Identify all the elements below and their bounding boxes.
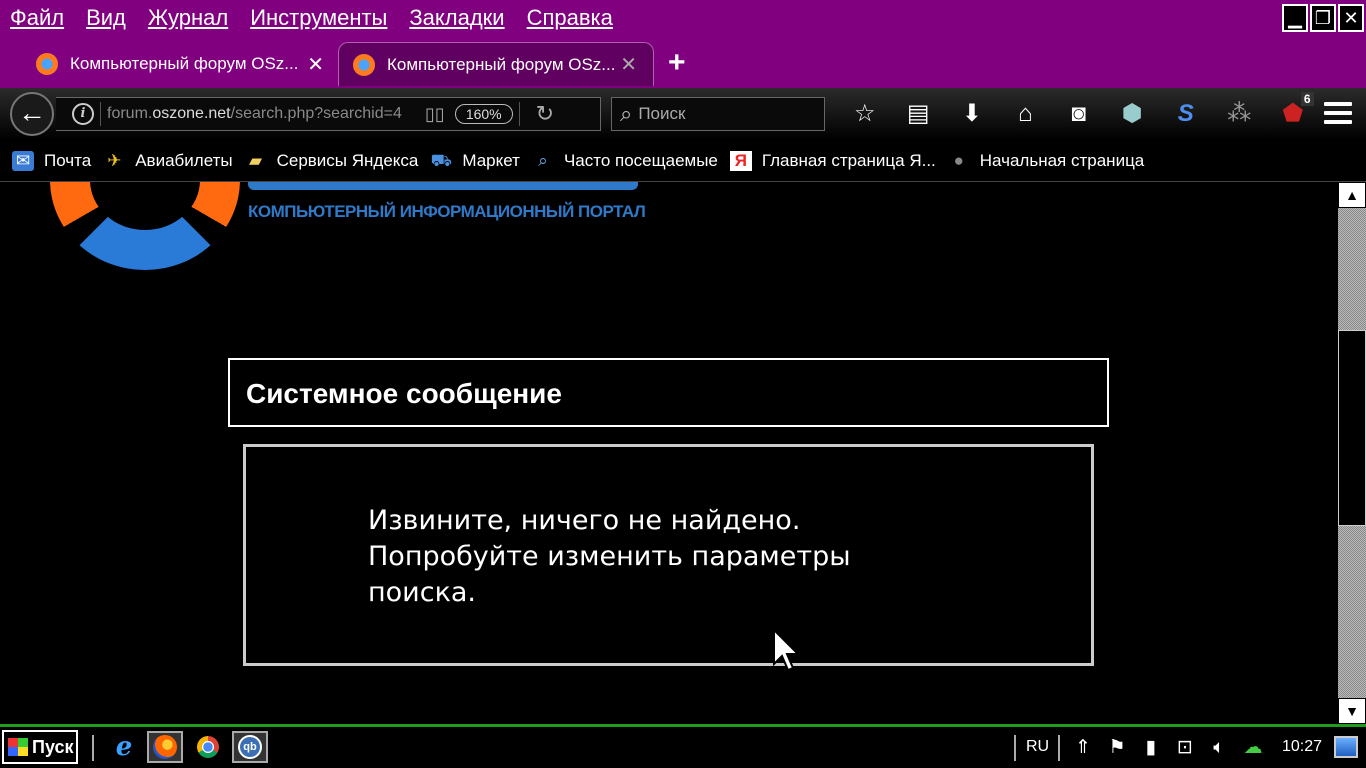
tab-forum-1[interactable]: Компьютерный форум OSz... ✕ <box>36 42 336 86</box>
tab-close-icon[interactable]: ✕ <box>307 52 324 77</box>
bookmark-most-visited[interactable]: ⌕ Часто посещаемые <box>532 151 718 171</box>
search-input[interactable]: ⌕ Поиск <box>611 97 825 131</box>
oszone-favicon-icon <box>36 53 58 75</box>
globe-icon: ● <box>953 150 964 170</box>
folder-icon: ▰ <box>249 150 263 170</box>
cloud-sync-icon[interactable]: ☁ <box>1236 735 1270 761</box>
menu-tools[interactable]: Инструменты <box>250 3 387 33</box>
restore-button[interactable]: ❐ <box>1310 4 1336 32</box>
menu-view[interactable]: Вид <box>86 3 126 33</box>
system-tray: ⇑ ⚑ ▮ ⊡ 🔈︎ ☁ <box>1066 735 1270 761</box>
plane-icon: ✈ <box>107 150 122 170</box>
url-divider <box>100 102 101 126</box>
minimize-button[interactable]: ▁ <box>1282 4 1308 32</box>
tray-expand-icon[interactable]: ⇑ <box>1066 735 1100 761</box>
menu-history[interactable]: Журнал <box>148 3 228 33</box>
menu-bookmarks[interactable]: Закладки <box>409 3 504 33</box>
yandex-icon: Я <box>729 150 752 171</box>
scroll-down-icon[interactable]: ▼ <box>1338 698 1366 724</box>
bookmark-market[interactable]: ⛟ Маркет <box>430 151 520 171</box>
new-tab-button[interactable]: + <box>668 48 686 78</box>
tab-close-icon[interactable]: ✕ <box>620 52 637 77</box>
chrome-icon <box>197 736 219 758</box>
scroll-thumb[interactable] <box>1338 330 1366 526</box>
bookmark-start-page[interactable]: ● Начальная страница <box>948 151 1145 171</box>
screen: Файл Вид Журнал Инструменты Закладки Спр… <box>0 0 1366 768</box>
close-window-button[interactable]: ✕ <box>1338 4 1364 32</box>
url-bar[interactable]: i forum.oszone.net/search.php?searchid=4… <box>56 97 601 131</box>
power-plug-icon[interactable]: ▮ <box>1134 735 1168 761</box>
logo-subtitle: КОМПЬЮТЕРНЫЙ ИНФОРМАЦИОННЫЙ ПОРТАЛ <box>248 202 646 221</box>
volume-icon[interactable]: 🔈︎ <box>1202 735 1236 761</box>
message-title: Системное сообщение <box>246 378 562 409</box>
page-content: КОМПЬЮТЕРНЫЙ ИНФОРМАЦИОННЫЙ ПОРТАЛ Систе… <box>0 182 1338 724</box>
taskbar: Пуск e qb RU ⇑ ⚑ ▮ ⊡ 🔈︎ ☁ 10:27 <box>0 724 1366 768</box>
bookmark-yandex-services[interactable]: ▰ Сервисы Яндекса <box>245 150 418 171</box>
start-button[interactable]: Пуск <box>2 730 78 764</box>
show-desktop-icon[interactable] <box>1334 736 1358 758</box>
message-text: Извините, ничего не найдено. Попробуйте … <box>368 505 851 608</box>
language-indicator[interactable]: RU <box>1026 738 1049 756</box>
reload-icon[interactable]: ↻ <box>536 101 554 127</box>
ublock-badge: 6 <box>1300 92 1314 106</box>
action-center-flag-icon[interactable]: ⚑ <box>1100 735 1134 761</box>
message-body-box: Извините, ничего не найдено. Попробуйте … <box>243 444 1094 666</box>
bookmarks-bar: ✉ Почта ✈ Авиабилеты ▰ Сервисы Яндекса ⛟ Мар… <box>0 140 1366 182</box>
firefox-icon <box>153 735 177 759</box>
menu-hamburger-icon[interactable] <box>1324 102 1352 129</box>
tab-title: Компьютерный форум OSz... <box>387 54 616 74</box>
pocket-icon[interactable]: ◙ <box>1052 98 1106 130</box>
search-placeholder: Поиск <box>638 104 686 123</box>
zoom-level-badge[interactable]: 160% <box>454 104 513 124</box>
taskbar-ie[interactable]: e <box>106 731 142 763</box>
message-title-box: Системное сообщение <box>228 358 1109 427</box>
network-icon[interactable]: ⊡ <box>1168 735 1202 761</box>
reader-view-icon[interactable]: ▯▯ <box>425 104 445 125</box>
bookmark-star-icon[interactable]: ☆ <box>838 98 892 130</box>
eye-addon-icon[interactable]: ⬢ <box>1106 98 1160 130</box>
windows-flag-icon <box>8 738 28 756</box>
taskbar-chrome[interactable] <box>190 731 226 763</box>
taskbar-divider <box>1058 735 1060 761</box>
mouse-cursor-icon <box>773 628 801 672</box>
tab-title: Компьютерный форум OSz... <box>70 54 299 73</box>
scroll-up-icon[interactable]: ▲ <box>1338 182 1366 208</box>
tab-forum-2-active[interactable]: Компьютерный форум OSz... ✕ <box>338 42 654 86</box>
tab-bar: Компьютерный форум OSz... ✕ Компьютерный… <box>0 36 1366 88</box>
site-info-icon[interactable]: i <box>72 103 94 125</box>
bookmark-flights[interactable]: ✈ Авиабилеты <box>103 150 233 171</box>
url-text[interactable]: forum.oszone.net/search.php?searchid=4 <box>107 105 417 123</box>
back-arrow-icon: ← <box>18 97 46 128</box>
vertical-scrollbar[interactable]: ▲ ▼ <box>1338 182 1366 724</box>
search-icon: ⌕ <box>620 101 633 126</box>
qbittorrent-icon: qb <box>238 735 262 759</box>
oszone-favicon-icon <box>353 53 375 76</box>
bookmark-yandex-home[interactable]: Я Главная страница Я... <box>729 150 936 171</box>
clock[interactable]: 10:27 <box>1282 738 1322 756</box>
menu-bar: Файл Вид Журнал Инструменты Закладки Спр… <box>0 0 1366 36</box>
taskbar-qbittorrent[interactable]: qb <box>232 731 268 763</box>
home-icon[interactable]: ⌂ <box>999 98 1053 130</box>
mail-icon: ✉ <box>12 150 34 171</box>
menu-file[interactable]: Файл <box>10 3 64 33</box>
downloads-icon[interactable]: ⬇ <box>945 98 999 130</box>
cart-icon: ⛟ <box>430 150 453 170</box>
s-addon-icon[interactable]: S <box>1159 98 1213 130</box>
url-divider <box>518 102 520 126</box>
search-folder-icon: ⌕ <box>538 150 548 170</box>
extension-icon[interactable]: ⁂ <box>1213 98 1267 130</box>
back-button[interactable]: ← <box>10 92 54 136</box>
taskbar-divider <box>92 735 94 761</box>
oszone-logo-icon[interactable] <box>50 182 240 270</box>
nav-bar: i forum.oszone.net/search.php?searchid=4… <box>0 88 1366 140</box>
bookmarks-list-icon[interactable]: ▤ <box>892 98 946 130</box>
bookmark-mail[interactable]: ✉ Почта <box>12 150 91 171</box>
logo-wordmark <box>248 182 638 190</box>
ublock-icon[interactable]: ⬟ 6 <box>1266 92 1320 130</box>
taskbar-divider <box>1014 735 1016 761</box>
menu-help[interactable]: Справка <box>527 3 613 33</box>
internet-explorer-icon: e <box>115 732 133 762</box>
taskbar-firefox[interactable] <box>147 731 183 763</box>
